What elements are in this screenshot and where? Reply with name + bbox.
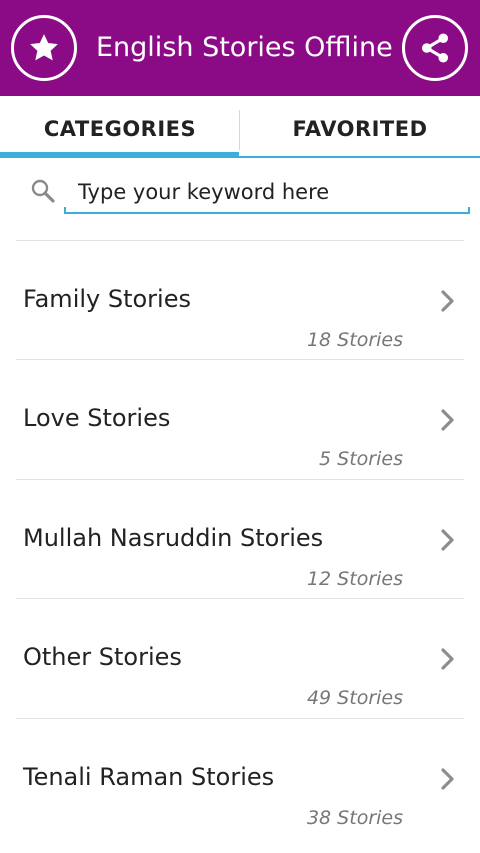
category-name: Mullah Nasruddin Stories xyxy=(23,523,324,552)
search-underline xyxy=(64,207,470,214)
category-name: Tenali Raman Stories xyxy=(23,762,275,791)
star-icon xyxy=(30,34,58,61)
tab-selected-indicator xyxy=(0,152,239,158)
category-item-family-stories[interactable]: Family Stories 18 Stories xyxy=(0,241,480,361)
category-item-tenali-raman-stories[interactable]: Tenali Raman Stories 38 Stories xyxy=(0,719,480,838)
category-name: Love Stories xyxy=(23,404,171,433)
category-item-mullah-nasruddin-stories[interactable]: Mullah Nasruddin Stories 12 Stories xyxy=(0,480,480,600)
category-story-count: 18 Stories xyxy=(306,329,403,351)
chevron-right-icon xyxy=(441,529,454,551)
tab-favorited[interactable]: FAVORITED xyxy=(240,96,480,160)
share-button[interactable] xyxy=(402,15,468,81)
tab-bar: CATEGORIES FAVORITED xyxy=(0,96,480,160)
chevron-right-icon xyxy=(441,290,454,312)
category-story-count: 38 Stories xyxy=(306,806,403,829)
app-bar: English Stories Offline xyxy=(0,0,480,96)
category-item-love-stories[interactable]: Love Stories 5 Stories xyxy=(0,360,480,480)
category-name: Family Stories xyxy=(23,285,191,313)
app-title: English Stories Offline xyxy=(96,32,393,63)
category-story-count: 5 Stories xyxy=(319,448,403,471)
category-list: Family Stories 18 Stories Love Stories 5… xyxy=(0,241,480,838)
category-story-count: 49 Stories xyxy=(306,687,403,710)
favorites-button[interactable] xyxy=(11,15,77,81)
search-icon xyxy=(31,179,55,203)
category-name: Other Stories xyxy=(23,643,182,672)
chevron-right-icon xyxy=(441,767,454,790)
category-story-count: 12 Stories xyxy=(306,567,403,590)
chevron-right-icon xyxy=(441,648,454,670)
share-icon xyxy=(421,33,449,63)
tab-baseline xyxy=(239,156,480,158)
chevron-right-icon xyxy=(441,409,454,431)
category-item-other-stories[interactable]: Other Stories 49 Stories xyxy=(0,599,480,719)
search-bar xyxy=(0,166,480,222)
tab-categories[interactable]: CATEGORIES xyxy=(0,96,240,160)
search-input[interactable] xyxy=(64,170,470,214)
